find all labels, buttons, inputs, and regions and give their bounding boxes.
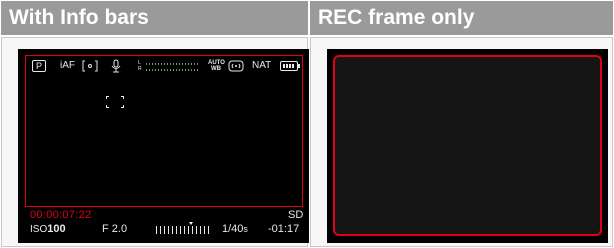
exposure-marker-icon bbox=[189, 222, 193, 225]
microphone-icon bbox=[110, 59, 122, 73]
battery-icon bbox=[280, 61, 300, 71]
awb-wb-label: WB bbox=[211, 66, 221, 72]
top-info-bar: P iAF L R AUTO WB NAT bbox=[30, 59, 302, 75]
shutter-unit: s bbox=[243, 224, 248, 234]
header-rec-frame-only: REC frame only bbox=[310, 1, 613, 35]
rec-frame bbox=[25, 55, 303, 207]
iso-label: ISO bbox=[30, 224, 48, 235]
awb-indicator: AUTO WB bbox=[208, 60, 225, 74]
bottom-info-bar: ISO100 F 2.0 1/40s -01:17 bbox=[30, 222, 306, 236]
recording-timecode: 00:00:07:22 bbox=[30, 209, 92, 221]
aperture-value: F 2.0 bbox=[102, 223, 128, 235]
exposure-mode-badge: P bbox=[32, 60, 46, 72]
level-right-label: R bbox=[138, 66, 142, 72]
shutter-speed: 1/40s bbox=[222, 222, 248, 236]
level-right-bar bbox=[146, 69, 200, 71]
focus-mode-label: iAF bbox=[60, 60, 75, 71]
film-style-label: NAT bbox=[252, 60, 272, 71]
shutter-value: 1/40 bbox=[222, 223, 244, 235]
storage-label: SD bbox=[288, 209, 304, 221]
audio-level-meter: L R bbox=[138, 60, 202, 72]
af-frame bbox=[106, 96, 124, 108]
remaining-time: -01:17 bbox=[268, 223, 300, 235]
iso-indicator: ISO100 bbox=[30, 222, 66, 237]
exposure-scale bbox=[156, 226, 212, 234]
stabilizer-icon bbox=[228, 59, 244, 73]
spot-metering-icon bbox=[82, 59, 98, 73]
header-with-info-bars: With Info bars bbox=[1, 1, 308, 35]
rec-frame-only bbox=[333, 55, 602, 236]
iso-value: 100 bbox=[47, 223, 66, 235]
level-left-bar bbox=[146, 63, 200, 65]
